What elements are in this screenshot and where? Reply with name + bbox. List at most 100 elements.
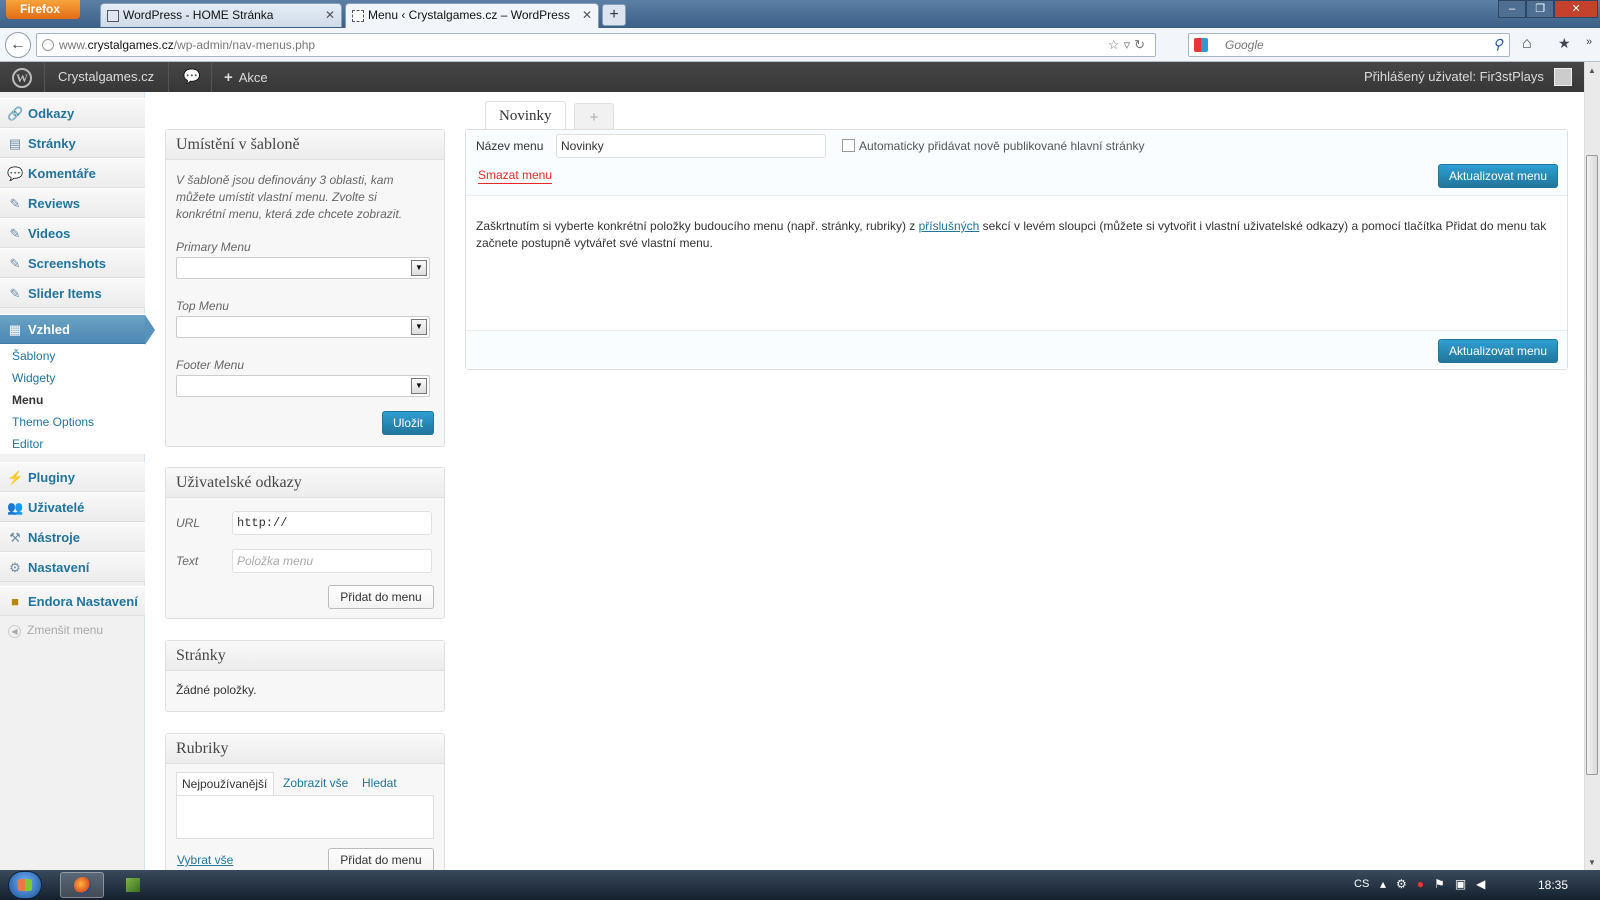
- scroll-up-icon[interactable]: ▲: [1588, 66, 1596, 75]
- sidebar-item-reviews[interactable]: ✎ Reviews: [0, 188, 145, 218]
- endora-icon: ■: [11, 594, 19, 609]
- sidebar-item-pluginy[interactable]: ⚡ Pluginy: [0, 462, 145, 492]
- sidebar-item-nastaveni[interactable]: ⚙ Nastavení: [0, 552, 145, 582]
- comments-icon[interactable]: 💬: [183, 68, 200, 85]
- close-icon[interactable]: ✕: [582, 8, 592, 22]
- primary-menu-select[interactable]: ▼: [176, 257, 430, 279]
- submenu-item-sablony[interactable]: Šablony: [0, 344, 145, 366]
- flag-icon[interactable]: ⚑: [1434, 877, 1455, 891]
- language-indicator[interactable]: CS: [1354, 878, 1369, 890]
- network-icon[interactable]: ▣: [1455, 877, 1476, 891]
- sidebar-item-nastroje[interactable]: ⚒ Nástroje: [0, 522, 145, 552]
- firefox-taskbar-icon[interactable]: [60, 872, 104, 898]
- save-locations-button[interactable]: Uložit: [382, 411, 434, 435]
- sidebar-item-vzhled[interactable]: ▦ Vzhled: [0, 314, 155, 345]
- url-bar[interactable]: www.crystalgames.cz/wp-admin/nav-menus.p…: [36, 33, 1156, 57]
- firefox-menu-button[interactable]: Firefox: [6, 0, 80, 19]
- footer-menu-select[interactable]: ▼: [176, 375, 430, 397]
- separator: [211, 62, 212, 92]
- tab-search[interactable]: Hledat: [362, 776, 397, 790]
- sidebar-item-endora[interactable]: ■ Endora Nastavení: [0, 586, 145, 616]
- users-icon: 👥: [7, 500, 24, 515]
- close-window-icon[interactable]: ✕: [1554, 0, 1598, 18]
- sidebar-item-slider-items[interactable]: ✎ Slider Items: [0, 278, 145, 308]
- close-icon[interactable]: ✕: [325, 8, 335, 22]
- update-menu-button-top[interactable]: Aktualizovat menu: [1438, 164, 1558, 188]
- wordpress-logo-icon[interactable]: W: [12, 68, 32, 88]
- app-taskbar-icon[interactable]: [112, 872, 156, 898]
- new-content-menu[interactable]: + Akce: [224, 69, 268, 86]
- collapse-label: Zmenšit menu: [27, 623, 104, 637]
- menu-name-label: Název menu: [476, 139, 544, 153]
- text-label: Text: [176, 554, 199, 568]
- system-tray: ▴⚙●⚑▣◀: [1380, 877, 1495, 891]
- sidebar-item-videos[interactable]: ✎ Videos: [0, 218, 145, 248]
- start-button[interactable]: [8, 871, 42, 899]
- star-icon[interactable]: ☆: [1108, 37, 1124, 52]
- submenu-item-widgety[interactable]: Widgety: [0, 366, 145, 388]
- locations-description: V šabloně jsou definovány 3 oblasti, kam…: [176, 173, 403, 221]
- sidebar-item-odkazy[interactable]: 🔗 Odkazy: [0, 98, 145, 128]
- sidebar-item-screenshots[interactable]: ✎ Screenshots: [0, 248, 145, 278]
- menu-tab-novinky[interactable]: Novinky: [485, 101, 566, 130]
- sidebar-item-uzivatele[interactable]: 👥 Uživatelé: [0, 492, 145, 522]
- submenu-item-editor[interactable]: Editor: [0, 432, 145, 454]
- instructions-link[interactable]: příslušných: [919, 219, 980, 233]
- categories-checklist[interactable]: [176, 795, 434, 839]
- antivirus-icon[interactable]: ●: [1417, 877, 1434, 891]
- site-name-link[interactable]: Crystalgames.cz: [58, 69, 154, 84]
- sidebar-item-stranky[interactable]: ▤ Stránky: [0, 128, 145, 158]
- chevron-down-icon: ▼: [411, 319, 427, 335]
- menu-name-input[interactable]: Novinky: [556, 134, 826, 158]
- tab-title: WordPress - HOME Stránka: [123, 8, 274, 22]
- tab-view-all[interactable]: Zobrazit vše: [283, 776, 348, 790]
- update-menu-button-bottom[interactable]: Aktualizovat menu: [1438, 339, 1558, 363]
- windows-taskbar: CS ▴⚙●⚑▣◀ 18:35: [0, 870, 1600, 900]
- tray-expand-icon[interactable]: ▴: [1380, 877, 1396, 891]
- account-menu[interactable]: Přihlášený uživatel: Fir3stPlays: [1364, 69, 1544, 84]
- add-custom-link-button[interactable]: Přidat do menu: [328, 585, 434, 609]
- collapse-menu-button[interactable]: ◀ Zmenšit menu: [8, 623, 103, 638]
- browser-tab-menu[interactable]: Menu ‹ Crystalgames.cz – WordPress ✕: [345, 3, 599, 28]
- pin-icon: ✎: [9, 226, 21, 241]
- submenu-item-theme-options[interactable]: Theme Options: [0, 410, 145, 432]
- delete-menu-link[interactable]: Smazat menu: [478, 168, 553, 184]
- add-menu-tab[interactable]: +: [574, 103, 614, 130]
- globe-icon: [42, 39, 54, 51]
- new-content-label: Akce: [238, 70, 268, 85]
- custom-link-text-input[interactable]: Položka menu: [232, 549, 432, 573]
- maximize-icon[interactable]: ❐: [1526, 0, 1555, 18]
- home-icon[interactable]: ⌂: [1522, 35, 1532, 53]
- google-icon[interactable]: [1194, 38, 1208, 52]
- top-menu-select[interactable]: ▼: [176, 316, 430, 338]
- sidebar-item-komentare[interactable]: 💬 Komentáře: [0, 158, 145, 188]
- avatar[interactable]: [1554, 68, 1572, 86]
- wp-admin-bar: W Crystalgames.cz 💬 + Akce Přihlášený uži…: [0, 62, 1584, 92]
- add-categories-button[interactable]: Přidat do menu: [328, 848, 434, 872]
- back-button[interactable]: ←: [5, 32, 31, 58]
- primary-menu-label: Primary Menu: [176, 240, 251, 254]
- search-bar[interactable]: Google ⚲: [1188, 33, 1510, 57]
- search-icon[interactable]: ⚲: [1493, 36, 1503, 53]
- volume-icon[interactable]: ◀: [1476, 877, 1495, 891]
- reload-icon[interactable]: ↻: [1134, 37, 1149, 52]
- steam-icon[interactable]: ⚙: [1396, 877, 1417, 891]
- new-tab-button[interactable]: +: [602, 4, 626, 26]
- overflow-chevron-icon[interactable]: »: [1586, 36, 1592, 48]
- auto-add-checkbox[interactable]: [842, 139, 855, 152]
- scrollbar-thumb[interactable]: [1586, 155, 1598, 775]
- select-all-link[interactable]: Vybrat vše: [177, 853, 233, 867]
- clock[interactable]: 18:35: [1538, 878, 1568, 892]
- box-title: Umístění v šabloně: [166, 130, 444, 160]
- bookmarks-icon[interactable]: ★: [1558, 35, 1571, 52]
- browser-tab-home[interactable]: WordPress - HOME Stránka ✕: [100, 3, 342, 27]
- plugins-icon: ⚡: [7, 470, 24, 485]
- chevron-down-icon: ▼: [411, 378, 427, 394]
- custom-link-url-input[interactable]: http://: [232, 511, 432, 535]
- minimize-icon[interactable]: –: [1498, 0, 1527, 18]
- tab-most-used[interactable]: Nejpoužívanější: [176, 772, 274, 796]
- scroll-down-icon[interactable]: ▼: [1588, 858, 1596, 867]
- submenu-item-menu[interactable]: Menu: [0, 388, 145, 410]
- pages-box: Stránky Žádné položky.: [165, 640, 445, 712]
- dropdown-icon[interactable]: ▿: [1124, 37, 1135, 52]
